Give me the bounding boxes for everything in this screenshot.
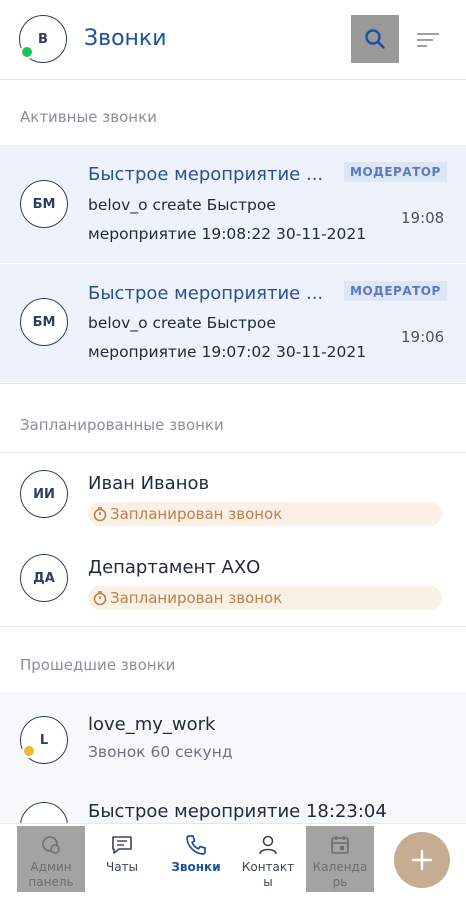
call-avatar-initials: БМ	[32, 196, 56, 212]
section-divider	[0, 383, 466, 384]
active-call-row[interactable]: БМ Быстрое мероприятие ... МОДЕРАТОР bel…	[0, 145, 466, 263]
moderator-badge: МОДЕРАТОР	[344, 162, 447, 182]
call-avatar-initials: L	[39, 732, 49, 748]
nav-chats[interactable]: Чаты	[92, 826, 152, 892]
nav-contacts[interactable]: Контакт ы	[236, 826, 300, 892]
moderator-badge: МОДЕРАТОР	[344, 281, 447, 301]
call-duration: Звонок 60 секунд	[88, 743, 233, 761]
away-status-dot	[22, 744, 36, 758]
call-avatar-initials: БМ	[32, 314, 56, 330]
call-title: Департамент АХО	[88, 557, 261, 578]
admin-panel-icon	[42, 836, 60, 854]
call-avatar-initials: ИИ	[33, 486, 55, 502]
call-title: Быстрое мероприятие 18:23:04	[88, 801, 387, 822]
call-description-line1: belov_o create Быстрое	[88, 196, 276, 214]
section-title-past: Прошедшие звонки	[20, 656, 176, 674]
scheduled-status-badge: Запланирован звонок	[88, 586, 442, 610]
nav-calendar[interactable]: Календа рь	[306, 826, 374, 892]
page-title: Звонки	[84, 26, 167, 51]
nav-chats-label: Чаты	[105, 860, 139, 874]
call-title: Быстрое мероприятие ...	[88, 283, 324, 304]
call-description-line2: мероприятие 19:08:22 30-11-2021	[88, 225, 367, 243]
add-button[interactable]	[394, 832, 450, 888]
user-avatar-initial: В	[38, 31, 48, 47]
timer-icon	[93, 591, 107, 606]
timer-icon	[93, 507, 107, 522]
nav-admin-label-line1: Админ	[30, 860, 72, 874]
call-time: 19:06	[401, 328, 445, 346]
scheduled-status-text: Запланирован звонок	[110, 505, 283, 523]
call-title: Быстрое мероприятие ...	[88, 164, 324, 185]
nav-contacts-label-line1: Контакт	[241, 860, 295, 874]
nav-contacts-label-line2: ы	[263, 875, 273, 889]
calendar-icon	[331, 836, 349, 854]
search-button[interactable]	[351, 15, 399, 63]
scheduled-status-text: Запланирован звонок	[110, 589, 283, 607]
call-avatar: ИИ	[20, 470, 68, 518]
call-time: 19:08	[401, 209, 445, 227]
online-status-dot	[20, 45, 34, 59]
nav-admin-panel[interactable]: Админ панель	[17, 826, 85, 892]
section-divider	[0, 626, 466, 627]
past-call-row[interactable]: L love_my_work Звонок 60 секунд	[0, 692, 466, 792]
chat-icon	[112, 836, 132, 854]
active-call-row[interactable]: БМ Быстрое мероприятие ... МОДЕРАТОР bel…	[0, 264, 466, 382]
call-avatar: ДА	[20, 554, 68, 602]
section-divider	[0, 452, 466, 453]
app-header: В Звонки	[0, 0, 466, 80]
call-description-line1: belov_o create Быстрое	[88, 314, 276, 332]
scheduled-status-badge: Запланирован звонок	[88, 502, 442, 526]
call-avatar-initials: ДА	[33, 570, 55, 586]
call-title: love_my_work	[88, 714, 216, 735]
nav-calls-label: Звонки	[171, 860, 221, 874]
call-description-line2: мероприятие 19:07:02 30-11-2021	[88, 343, 367, 361]
sort-button[interactable]	[408, 20, 448, 60]
call-avatar: БМ	[20, 180, 68, 228]
phone-icon	[186, 835, 206, 855]
nav-calendar-label-line2: рь	[332, 875, 348, 889]
nav-calls[interactable]: Звонки	[160, 826, 232, 892]
nav-admin-label-line2: панель	[28, 875, 74, 889]
search-icon	[365, 29, 385, 49]
section-title-active: Активные звонки	[20, 108, 157, 126]
past-call-row[interactable]: Быстрое мероприятие 18:23:04	[0, 792, 466, 824]
scheduled-call-row[interactable]: ИИ Иван Иванов Запланирован звонок	[0, 455, 466, 535]
call-avatar: БМ	[20, 298, 68, 346]
call-avatar	[20, 802, 68, 824]
section-title-scheduled: Запланированные звонки	[20, 416, 224, 434]
nav-calendar-label-line1: Календа	[312, 860, 368, 874]
call-title: Иван Иванов	[88, 473, 210, 494]
sort-icon	[417, 33, 439, 47]
plus-icon	[411, 849, 433, 871]
scheduled-call-row[interactable]: ДА Департамент АХО Запланирован звонок	[0, 538, 466, 618]
person-icon	[259, 835, 277, 855]
